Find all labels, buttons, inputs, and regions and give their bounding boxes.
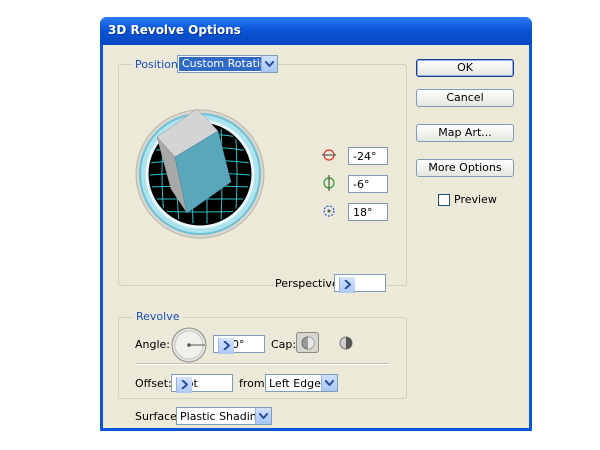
x-rotation-value: -24° xyxy=(353,150,377,163)
from-label: from xyxy=(239,377,265,390)
offset-label: Offset: xyxy=(135,377,172,390)
chevron-down-icon xyxy=(255,408,271,424)
rotate-x-icon xyxy=(322,149,336,161)
spin-arrow-icon[interactable] xyxy=(176,377,192,393)
offset-field[interactable]: 0 pt xyxy=(171,374,233,393)
window-title: 3D Revolve Options xyxy=(108,23,241,37)
surface-label: Surface: xyxy=(135,410,181,423)
cap-label: Cap: xyxy=(271,338,297,351)
ok-button[interactable]: OK xyxy=(416,59,514,77)
preview-label[interactable]: Preview xyxy=(454,193,497,206)
angle-dial[interactable] xyxy=(171,327,207,363)
preview-checkbox[interactable] xyxy=(438,194,450,206)
map-art-button[interactable]: Map Art... xyxy=(416,124,514,142)
spin-arrow-icon[interactable] xyxy=(218,338,234,354)
position-dropdown[interactable]: Custom Rotation xyxy=(177,55,278,73)
y-rotation-field[interactable]: -6° xyxy=(348,175,388,193)
surface-dropdown-value: Plastic Shading xyxy=(180,410,264,423)
perspective-field[interactable]: 0° xyxy=(334,274,386,293)
z-rotation-value: 18° xyxy=(353,206,373,219)
from-dropdown[interactable]: Left Edge xyxy=(265,374,338,392)
cap-on-button[interactable] xyxy=(296,332,319,353)
surface-dropdown[interactable]: Plastic Shading xyxy=(176,407,272,425)
rotate-z-icon xyxy=(323,205,335,217)
x-rotation-field[interactable]: -24° xyxy=(348,147,388,165)
chevron-down-icon xyxy=(321,375,337,391)
cancel-button[interactable]: Cancel xyxy=(416,89,514,107)
z-rotation-field[interactable]: 18° xyxy=(348,203,388,221)
from-dropdown-value: Left Edge xyxy=(269,377,321,390)
title-bar[interactable]: 3D Revolve Options xyxy=(100,17,532,45)
spin-arrow-icon[interactable] xyxy=(339,277,355,293)
y-rotation-value: -6° xyxy=(353,178,370,191)
dialog-body: Position: Custom Rotation -24° -6° 18° P… xyxy=(103,45,529,428)
revolve-divider xyxy=(135,363,389,365)
dialog-window: 3D Revolve Options Position: Custom Rota… xyxy=(100,17,532,431)
rotation-track-cube[interactable] xyxy=(135,99,265,249)
angle-label: Angle: xyxy=(135,338,171,351)
rotate-y-icon xyxy=(323,175,335,191)
cap-on-icon xyxy=(301,336,315,350)
chevron-down-icon xyxy=(261,56,277,72)
revolve-group-label: Revolve xyxy=(133,310,183,323)
perspective-label: Perspective: xyxy=(275,277,343,290)
more-options-button[interactable]: More Options xyxy=(416,159,514,177)
cap-off-icon[interactable] xyxy=(339,336,353,350)
angle-field[interactable]: 360° xyxy=(213,335,265,354)
